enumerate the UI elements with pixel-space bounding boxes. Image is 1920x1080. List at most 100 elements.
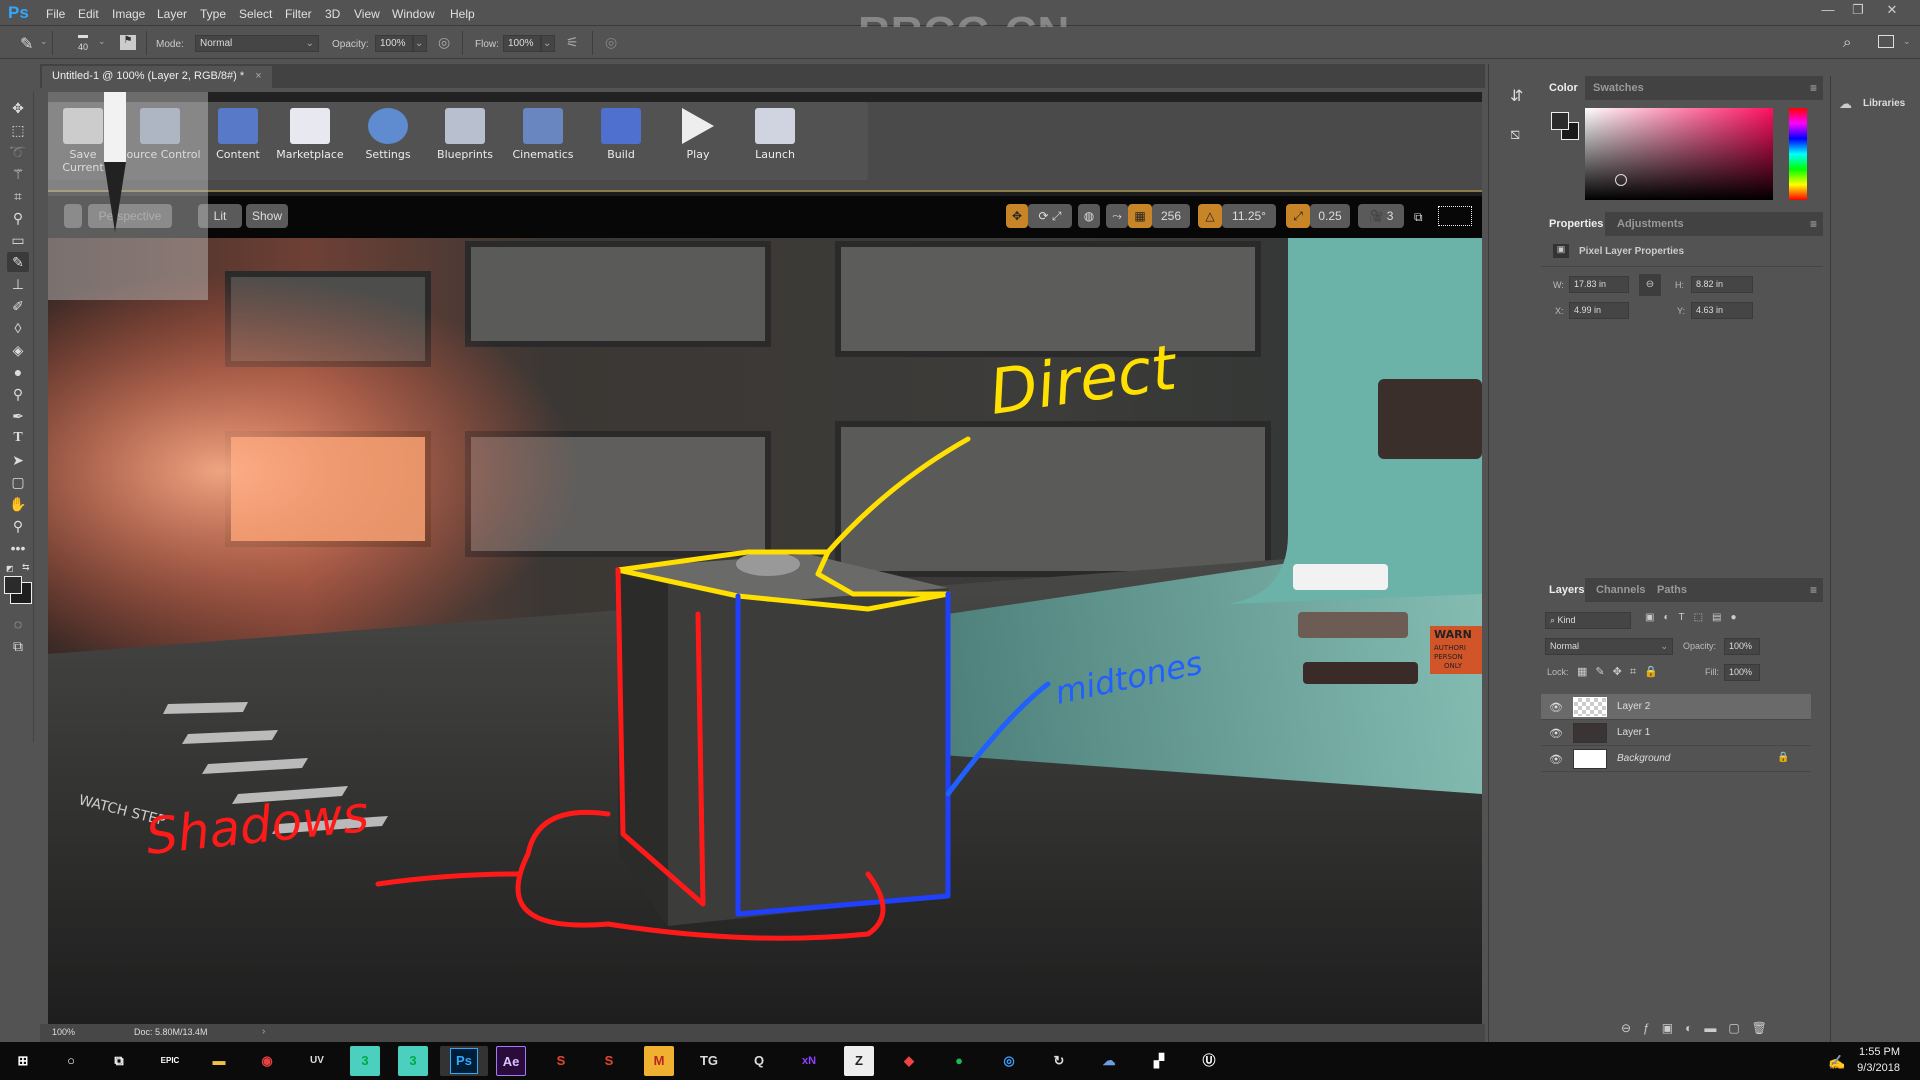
chevron-down-icon[interactable]: ⌄ (98, 36, 106, 47)
eraser-tool-icon[interactable]: ◊ (7, 318, 29, 338)
visibility-eye-icon[interactable]: 👁 (1549, 727, 1563, 740)
brush-panel-toggle-icon[interactable]: ⚑ (120, 35, 136, 50)
substance-designer-icon[interactable]: S (546, 1046, 576, 1076)
fill-field[interactable]: 100% (1724, 664, 1760, 681)
ue-play-button[interactable]: Play (663, 106, 733, 176)
photoshop-taskbar-slot[interactable]: Ps (440, 1046, 488, 1076)
close-window-button[interactable]: ✕ (1880, 2, 1904, 20)
menu-select[interactable]: Select (239, 7, 272, 21)
layer-filter-select[interactable]: ⌕ Kind (1545, 612, 1631, 629)
mode-select[interactable]: Normal ⌄ (195, 35, 319, 52)
surface-snap-icon[interactable]: ⤳ (1106, 204, 1128, 228)
grid-snap-value[interactable]: 256 (1152, 204, 1190, 228)
visibility-eye-icon[interactable]: 👁 (1549, 753, 1563, 766)
default-colors-icon[interactable]: ◩ (6, 564, 18, 574)
opacity-field[interactable]: 100% (375, 35, 413, 52)
3dsmax-design-icon[interactable]: 3 (398, 1046, 428, 1076)
ue-cinematics-button[interactable]: Cinematics (508, 106, 578, 176)
zoom-level[interactable]: 100% (52, 1027, 75, 1037)
scale-snap-icon[interactable]: ⤢ (1286, 204, 1310, 228)
color-picker-cursor[interactable] (1615, 174, 1627, 186)
more-tools-icon[interactable]: ••• (7, 538, 29, 558)
marquee-tool-icon[interactable]: ⬚ (7, 120, 29, 140)
ue-content-button[interactable]: Content (203, 106, 273, 176)
epic-games-icon[interactable]: EPIC (155, 1046, 185, 1076)
search-icon[interactable]: ⌕ (1843, 34, 1851, 51)
status-menu-arrow-icon[interactable]: › (262, 1026, 265, 1037)
crop-tool-icon[interactable]: ⌗ (7, 186, 29, 206)
xnormal-icon[interactable]: xN (794, 1046, 824, 1076)
clock-time[interactable]: 1:55 PM (1859, 1046, 1900, 1058)
layer-row[interactable]: 👁 Background 🔒 (1541, 746, 1811, 772)
type-tool-icon[interactable]: T (7, 428, 29, 448)
restore-button[interactable]: ❐ (1846, 2, 1870, 20)
rotation-snap-icon[interactable]: △ (1198, 204, 1222, 228)
menu-image[interactable]: Image (112, 7, 145, 21)
clone-stamp-tool-icon[interactable]: ⊥ (7, 274, 29, 294)
pressure-size-icon[interactable]: ◎ (605, 34, 617, 51)
blur-tool-icon[interactable]: ● (7, 362, 29, 382)
y-field[interactable]: 4.63 in (1691, 302, 1753, 319)
airbrush-icon[interactable]: ⚟ (566, 34, 579, 51)
menu-type[interactable]: Type (200, 7, 226, 21)
brush-size[interactable]: 40 (78, 42, 88, 52)
close-tab-icon[interactable]: × (255, 70, 261, 82)
magic-wand-tool-icon[interactable]: ⚚ (7, 164, 29, 184)
layer-actions[interactable]: ⊖ƒ▣◐▬▢🗑 (1621, 1021, 1779, 1035)
screen-mode-icon[interactable]: ⧉ (7, 636, 29, 656)
chrome-icon[interactable]: ◉ (252, 1046, 282, 1076)
clock-date[interactable]: 9/3/2018 (1857, 1062, 1900, 1074)
tab-layers[interactable]: Layers (1549, 584, 1584, 596)
layer-row[interactable]: 👁 Layer 2 (1541, 694, 1811, 720)
menu-file[interactable]: File (46, 7, 65, 21)
layer-opacity-field[interactable]: 100% (1724, 638, 1760, 655)
unreal-engine-icon[interactable]: Ⓤ (1194, 1046, 1224, 1076)
pen-input-icon[interactable]: ✍ (1828, 1054, 1845, 1071)
menu-filter[interactable]: Filter (285, 7, 312, 21)
translate-mode-icon[interactable]: ✥ (1006, 204, 1028, 228)
x-field[interactable]: 4.99 in (1569, 302, 1629, 319)
ue-build-button[interactable]: Build (586, 106, 656, 176)
spotify-icon[interactable]: ● (944, 1046, 974, 1076)
minimize-button[interactable]: — (1816, 2, 1840, 20)
shape-tool-icon[interactable]: ▢ (7, 472, 29, 492)
history-icon[interactable]: ⇵ (1510, 86, 1523, 106)
marmoset-icon[interactable]: M (644, 1046, 674, 1076)
flow-field[interactable]: 100% (503, 35, 541, 52)
quick-mask-icon[interactable]: ◌ (7, 614, 29, 634)
layer-filter-icons[interactable]: ▣◐T⬚▤● (1645, 612, 1746, 623)
world-space-icon[interactable]: ◍ (1078, 204, 1100, 228)
rotation-snap-value[interactable]: 11.25° (1222, 204, 1276, 228)
blend-mode-select[interactable]: Normal ⌄ (1545, 638, 1673, 655)
rotate-scale-mode-icons[interactable]: ⟳ ⤢ (1028, 204, 1072, 228)
zoom-tool-icon[interactable]: ⚲ (7, 516, 29, 536)
uvlayout-icon[interactable]: UV (302, 1046, 332, 1076)
menu-layer[interactable]: Layer (157, 7, 187, 21)
height-field[interactable]: 8.82 in (1691, 276, 1753, 293)
eyedropper-tool-icon[interactable]: ⚲ (7, 208, 29, 228)
brush-tool-preset-icon[interactable]: ✎ (20, 34, 33, 54)
substance-painter-icon[interactable]: S (594, 1046, 624, 1076)
visibility-eye-icon[interactable]: 👁 (1549, 701, 1563, 714)
chevron-down-icon[interactable]: ⌄ (1903, 36, 1911, 47)
color-field[interactable] (1585, 108, 1773, 200)
after-effects-icon[interactable]: Ae (496, 1046, 526, 1076)
color-panel-menu-icon[interactable]: ≡ (1810, 81, 1817, 95)
zbrush-icon[interactable]: Z (844, 1046, 874, 1076)
transform-icon[interactable]: ⧅ (1510, 126, 1520, 144)
path-selection-tool-icon[interactable]: ➤ (7, 450, 29, 470)
tab-color[interactable]: Color (1549, 82, 1578, 94)
topogun-icon[interactable]: TG (694, 1046, 724, 1076)
document-canvas[interactable]: WARN AUTHORI PERSON ONLY WATCH STEP Dire… (48, 92, 1482, 1024)
marvelous-icon[interactable]: ◆ (894, 1046, 924, 1076)
dodge-tool-icon[interactable]: ⚲ (7, 384, 29, 404)
menu-help[interactable]: Help (450, 7, 475, 21)
doc-size[interactable]: Doc: 5.80M/13.4M (134, 1027, 208, 1037)
notepad-icon[interactable]: ▞ (1144, 1046, 1174, 1076)
frame-tool-icon[interactable]: ▭ (7, 230, 29, 250)
tab-adjustments[interactable]: Adjustments (1617, 218, 1684, 230)
opacity-dropdown[interactable]: ⌄ (413, 35, 427, 52)
lock-icons[interactable]: ▦✎✥⌗🔒 (1577, 665, 1666, 679)
tab-properties[interactable]: Properties (1549, 218, 1603, 230)
scale-snap-value[interactable]: 0.25 (1310, 204, 1350, 228)
